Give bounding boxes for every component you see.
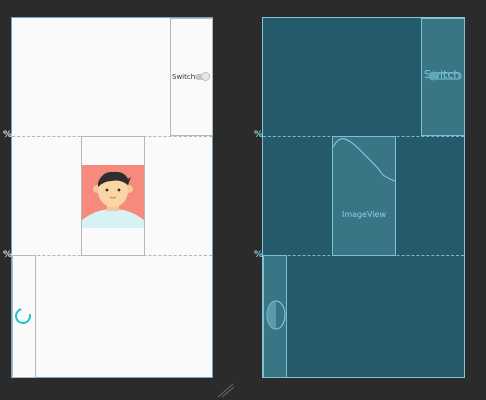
imageview-widget[interactable] [81, 136, 145, 256]
guideline-percent-icon[interactable]: % [3, 130, 12, 140]
design-surface[interactable]: Switch [11, 17, 213, 378]
progressbar-blueprint[interactable] [263, 255, 287, 378]
switch-widget[interactable]: Switch [170, 18, 213, 136]
resize-handle-icon[interactable] [216, 382, 236, 398]
imageview-label: ImageView [341, 210, 387, 219]
avatar-portrait-icon [82, 165, 144, 228]
progress-spinner-icon [12, 305, 34, 327]
switch-blueprint[interactable]: Switch [421, 18, 465, 136]
switch-outline-icon [428, 71, 462, 81]
switch-thumb[interactable] [201, 72, 210, 81]
image-curve-icon [333, 138, 395, 182]
guideline-percent-icon[interactable]: % [254, 250, 263, 260]
progressbar-widget[interactable] [12, 255, 36, 378]
progress-outline-icon [266, 300, 286, 330]
blueprint-surface[interactable]: Switch ImageView [262, 17, 465, 378]
imageview-blueprint[interactable]: ImageView [332, 136, 396, 256]
guideline-percent-icon[interactable]: % [254, 130, 263, 140]
guideline-percent-icon[interactable]: % [3, 250, 12, 260]
